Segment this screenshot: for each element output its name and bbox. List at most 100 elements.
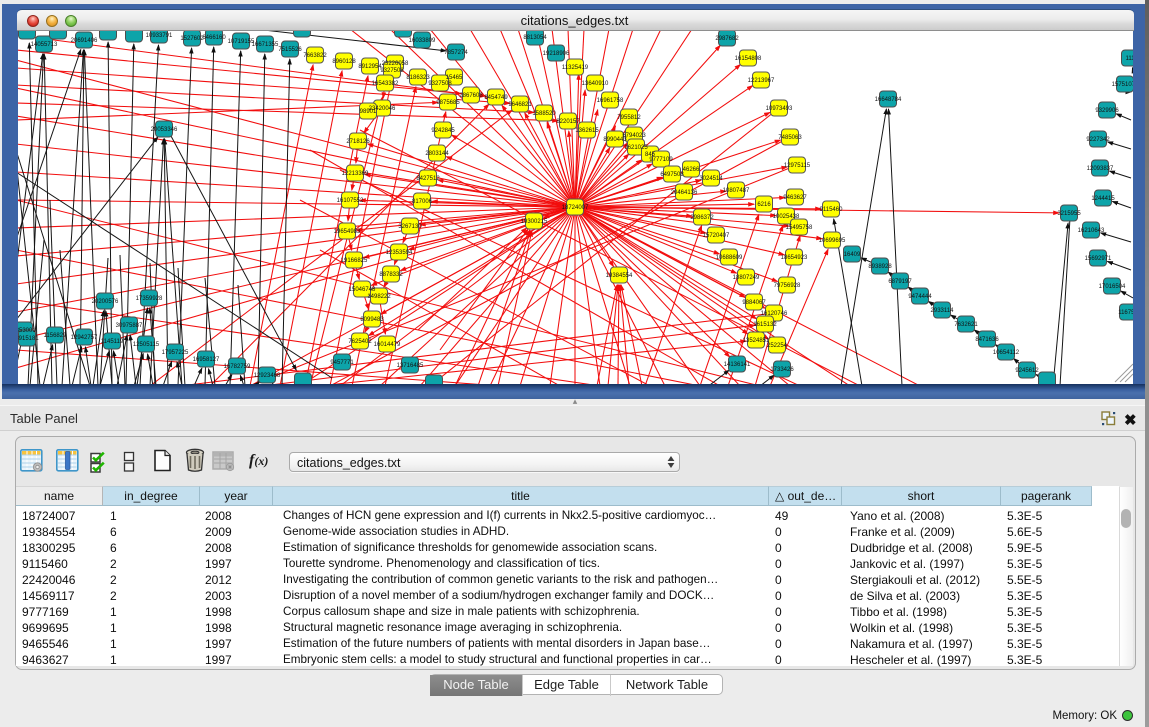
svg-text:9115460: 9115460	[820, 207, 844, 213]
svg-text:14136141: 14136141	[724, 362, 751, 368]
svg-text:18807249: 18807249	[733, 275, 760, 281]
svg-text:13716485: 13716485	[397, 363, 424, 369]
svg-text:15692971: 15692971	[1085, 256, 1112, 262]
svg-text:1145119: 1145119	[101, 339, 124, 345]
svg-text:16033809: 16033809	[409, 38, 436, 44]
svg-text:7625402: 7625402	[348, 339, 372, 345]
svg-text:46266: 46266	[683, 167, 700, 173]
svg-text:10688609: 10688609	[716, 255, 743, 261]
svg-text:19654983: 19654983	[334, 229, 361, 235]
svg-text:111: 111	[1125, 56, 1133, 62]
svg-text:1615132: 1615132	[753, 322, 777, 328]
svg-text:3024514: 3024514	[699, 176, 723, 182]
svg-text:2986372: 2986372	[690, 215, 714, 221]
svg-text:6466160: 6466160	[202, 35, 226, 41]
svg-text:16671355: 16671355	[252, 42, 279, 48]
svg-text:1733426: 1733426	[770, 367, 794, 373]
svg-text:12942757: 12942757	[71, 335, 98, 341]
svg-text:16210643: 16210643	[1078, 228, 1105, 234]
svg-text:7857274: 7857274	[444, 50, 468, 56]
svg-text:13524851: 13524851	[743, 338, 770, 344]
svg-text:16961758: 16961758	[597, 98, 624, 104]
svg-text:19166825: 19166825	[341, 258, 368, 264]
svg-text:8813054: 8813054	[523, 35, 547, 41]
svg-text:1244415: 1244415	[1091, 196, 1115, 202]
svg-text:8220157: 8220157	[556, 119, 580, 125]
svg-text:16958127: 16958127	[193, 357, 220, 363]
svg-text:8938928: 8938928	[868, 264, 892, 270]
svg-text:7515526: 7515526	[278, 47, 302, 53]
svg-text:16154808: 16154808	[735, 56, 762, 62]
svg-text:15751074: 15751074	[1112, 82, 1133, 88]
svg-text:9242845: 9242845	[431, 128, 455, 134]
svg-text:19300215: 19300215	[521, 219, 548, 225]
svg-text:15495758: 15495758	[786, 225, 813, 231]
svg-text:817006: 817006	[412, 199, 433, 205]
svg-text:7632621: 7632621	[954, 322, 978, 328]
svg-text:10025438: 10025438	[773, 214, 800, 220]
svg-text:17016504: 17016504	[1099, 284, 1126, 290]
svg-text:12923468: 12923468	[254, 373, 281, 379]
svg-text:9884067: 9884067	[742, 300, 766, 306]
svg-text:2933114: 2933114	[931, 308, 955, 314]
svg-text:20691406: 20691406	[71, 38, 98, 44]
svg-text:7955812: 7955812	[617, 115, 641, 121]
svg-text:9875685: 9875685	[436, 100, 460, 106]
svg-text:2718126: 2718126	[346, 139, 370, 145]
svg-text:9646821: 9646821	[508, 102, 532, 108]
svg-text:16648784: 16648784	[875, 97, 902, 103]
svg-text:7663822: 7663822	[303, 53, 327, 59]
svg-text:8186323: 8186323	[406, 75, 430, 81]
svg-text:20053346: 20053346	[151, 127, 178, 133]
svg-text:8099483: 8099483	[360, 317, 384, 323]
svg-text:19384554: 19384554	[606, 273, 633, 279]
svg-text:16014479: 16014479	[374, 342, 401, 348]
svg-text:10807487: 10807487	[723, 188, 750, 194]
svg-text:12213369: 12213369	[342, 171, 369, 177]
svg-text:2987682: 2987682	[715, 36, 739, 42]
svg-text:6879197: 6879197	[888, 279, 912, 285]
svg-text:7485063: 7485063	[778, 135, 802, 141]
svg-text:13640910: 13640910	[582, 81, 609, 87]
svg-text:11325419: 11325419	[562, 65, 589, 71]
svg-text:16120746: 16120746	[761, 311, 788, 317]
svg-text:1362615: 1362615	[575, 128, 599, 134]
svg-text:9327508: 9327508	[380, 68, 404, 74]
svg-text:8471636: 8471636	[975, 337, 999, 343]
svg-text:15046748: 15046748	[349, 287, 376, 293]
svg-text:20200576: 20200576	[92, 299, 119, 305]
svg-text:12353594: 12353594	[386, 250, 413, 256]
svg-text:16107552: 16107552	[337, 198, 364, 204]
svg-text:9463627: 9463627	[783, 195, 807, 201]
svg-text:6794023: 6794023	[622, 133, 646, 139]
svg-text:18654923: 18654923	[781, 255, 808, 261]
svg-text:10699695: 10699695	[819, 238, 846, 244]
svg-text:8960128: 8960128	[332, 59, 356, 65]
svg-text:6216: 6216	[757, 202, 771, 208]
svg-text:9227342: 9227342	[1086, 137, 1110, 143]
svg-text:30975887: 30975887	[116, 323, 143, 329]
svg-text:1621025: 1621025	[624, 145, 648, 151]
svg-text:252254: 252254	[767, 343, 788, 349]
svg-text:9474444: 9474444	[908, 294, 932, 300]
svg-text:79756928: 79756928	[774, 283, 801, 289]
svg-text:6497508: 6497508	[660, 172, 684, 178]
svg-text:10654112: 10654112	[993, 350, 1020, 356]
svg-text:2803144: 2803144	[425, 151, 449, 157]
svg-text:17957225: 17957225	[162, 350, 189, 356]
svg-text:9457771: 9457771	[330, 360, 354, 366]
svg-text:17359928: 17359928	[136, 296, 163, 302]
svg-text:3915181: 3915181	[18, 336, 39, 342]
svg-text:8878332: 8878332	[379, 272, 403, 278]
svg-text:2867608: 2867608	[459, 93, 483, 99]
svg-text:3267130: 3267130	[398, 224, 422, 230]
svg-text:19218906: 19218906	[543, 51, 570, 57]
svg-text:20464136: 20464136	[671, 190, 698, 196]
svg-text:14055713: 14055713	[31, 42, 58, 48]
svg-text:8912954: 8912954	[358, 64, 382, 70]
svg-text:10933791: 10933791	[146, 33, 173, 39]
svg-text:8427512: 8427512	[416, 176, 440, 182]
svg-text:12093837: 12093837	[1087, 166, 1114, 172]
svg-text:8454749: 8454749	[484, 95, 508, 101]
svg-text:9329906: 9329906	[1095, 108, 1119, 114]
